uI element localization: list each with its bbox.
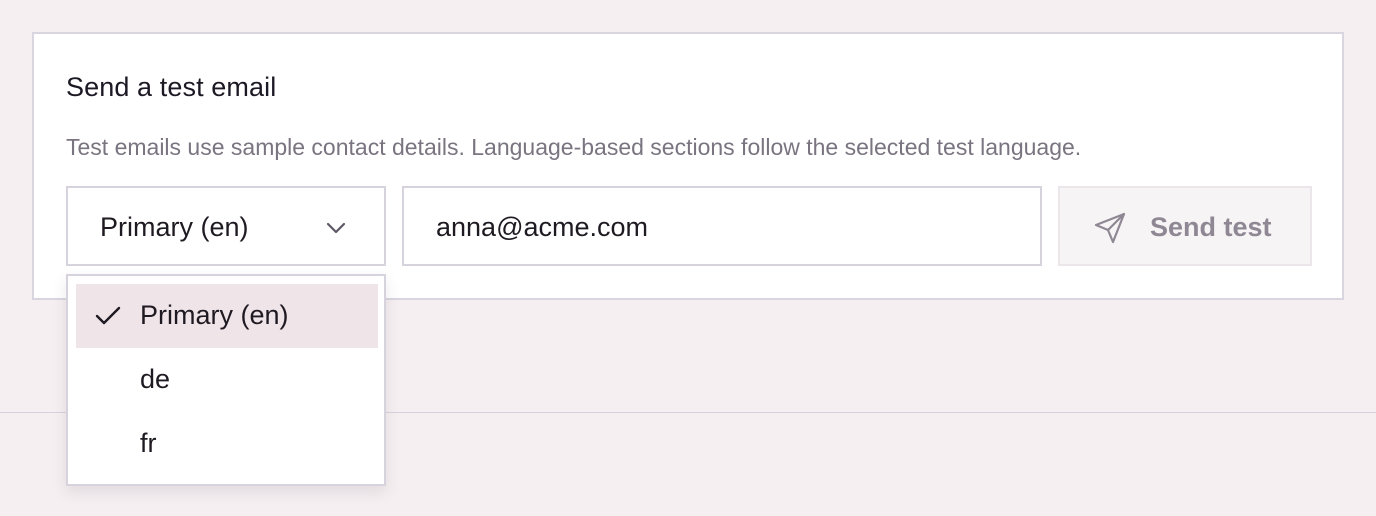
send-icon: [1094, 212, 1126, 244]
test-email-card: Send a test email Test emails use sample…: [32, 32, 1344, 300]
email-field-value: anna@acme.com: [436, 212, 649, 242]
dropdown-option-de[interactable]: de: [76, 348, 378, 412]
card-title: Send a test email: [66, 72, 277, 102]
language-dropdown: Primary (en) de fr: [66, 274, 386, 486]
chevron-down-icon: [326, 222, 346, 234]
dropdown-option-label: de: [140, 364, 171, 394]
dropdown-option-label: fr: [140, 428, 157, 458]
dropdown-option-primary-en[interactable]: Primary (en): [76, 284, 378, 348]
language-select-value: Primary (en): [100, 212, 249, 242]
page: Send a test email Test emails use sample…: [0, 0, 1376, 516]
send-test-label: Send test: [1150, 212, 1272, 242]
send-test-button[interactable]: Send test: [1058, 186, 1312, 266]
check-icon: [95, 306, 121, 325]
language-select[interactable]: Primary (en): [66, 186, 386, 266]
dropdown-option-fr[interactable]: fr: [76, 412, 378, 476]
card-description: Test emails use sample contact details. …: [66, 134, 1082, 160]
dropdown-option-label: Primary (en): [140, 300, 289, 330]
email-field[interactable]: anna@acme.com: [402, 186, 1042, 266]
